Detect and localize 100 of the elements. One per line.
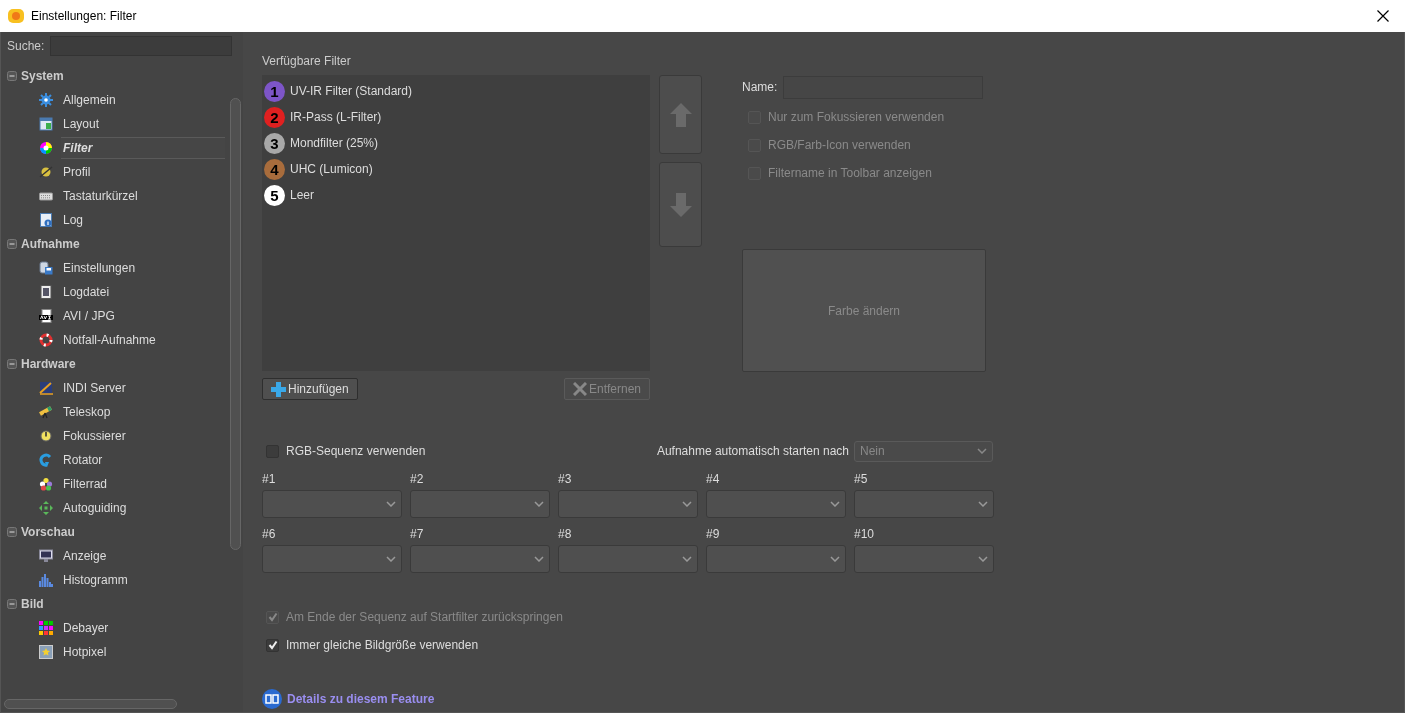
x-icon: [572, 382, 587, 396]
tree-item[interactable]: Hotpixel: [61, 641, 225, 663]
tree-item[interactable]: Histogramm: [61, 569, 225, 591]
tree-group-label[interactable]: Hardware: [21, 357, 76, 371]
autostart-label: Aufnahme automatisch starten nach: [656, 444, 849, 458]
filter-number-badge: 2: [264, 106, 285, 128]
filter-number-badge: 1: [264, 80, 285, 102]
filter-dropdown[interactable]: [706, 545, 846, 573]
chevron-down-icon: [386, 556, 396, 562]
checkbox-label: RGB/Farb-Icon verwenden: [768, 138, 911, 152]
slot-label: #3: [558, 472, 573, 486]
filter-dropdown[interactable]: [262, 490, 402, 518]
name-label: Name:: [742, 80, 778, 94]
tree-item[interactable]: Teleskop: [61, 401, 225, 423]
tree-group-label[interactable]: System: [21, 69, 64, 83]
filter-list-item[interactable]: UV-IR Filter (Standard): [290, 84, 413, 98]
filter-wheel-icon: [39, 477, 53, 491]
filter-dropdown[interactable]: [262, 545, 402, 573]
tree-item[interactable]: Tastaturkürzel: [61, 185, 225, 207]
tree-item[interactable]: INDI Server: [61, 377, 225, 399]
tree-item[interactable]: Fokussierer: [61, 425, 225, 447]
checkbox-label: Am Ende der Sequenz auf Startfilter zurückspringen: [286, 610, 563, 624]
chevron-down-icon: [830, 501, 840, 507]
filter-list-item[interactable]: Leer: [290, 188, 315, 202]
chevron-down-icon: [534, 501, 544, 507]
filter-dropdown[interactable]: [854, 545, 994, 573]
color-wheel-icon: [39, 141, 53, 155]
tree-item[interactable]: Profil: [61, 161, 225, 183]
filter-list-item[interactable]: UHC (Lumicon): [290, 162, 373, 176]
close-icon[interactable]: [1377, 10, 1389, 22]
filter-dropdown[interactable]: [706, 490, 846, 518]
filter-dropdown[interactable]: [410, 545, 550, 573]
move-up-button[interactable]: [659, 75, 702, 154]
add-button[interactable]: Hinzufügen: [262, 378, 358, 400]
tree-item[interactable]: Filterrad: [61, 473, 225, 495]
tree-item[interactable]: Einstellungen: [61, 257, 225, 279]
slot-label: #5: [854, 472, 869, 486]
move-down-button[interactable]: [659, 162, 702, 247]
tree-item[interactable]: Layout: [61, 113, 225, 135]
tree-item[interactable]: Anzeige: [61, 545, 225, 567]
checkbox-label: Immer gleiche Bildgröße verwenden: [286, 638, 479, 652]
chevron-down-icon: [386, 501, 396, 507]
filter-number-badge: 3: [264, 132, 285, 154]
filter-dropdown[interactable]: [558, 490, 698, 518]
tree-item[interactable]: Filter: [61, 137, 225, 159]
monitor-icon: [39, 549, 53, 563]
keyboard-icon: [39, 189, 53, 203]
tree-item[interactable]: Debayer: [61, 617, 225, 639]
slot-label: #2: [410, 472, 425, 486]
tree-item[interactable]: Autoguiding: [61, 497, 225, 519]
horizontal-scrollbar[interactable]: [4, 699, 177, 709]
telescope-icon: [39, 405, 53, 419]
tree-item[interactable]: AVI / JPG: [61, 305, 225, 327]
rotate-arrow-icon: [39, 453, 53, 467]
slot-label: #6: [262, 527, 277, 541]
database-icon: [39, 261, 53, 275]
server-icon: [39, 381, 53, 395]
filter-dropdown[interactable]: [410, 490, 550, 518]
collapse-icon[interactable]: [7, 359, 17, 369]
chevron-down-icon: [534, 556, 544, 562]
collapse-icon[interactable]: [7, 599, 17, 609]
lifebuoy-icon: [39, 333, 53, 347]
filter-dropdown[interactable]: [854, 490, 994, 518]
book-icon: [262, 689, 282, 709]
tree-item[interactable]: Notfall-Aufnahme: [61, 329, 225, 351]
chevron-down-icon: [682, 501, 692, 507]
tree-item[interactable]: Logdatei: [61, 281, 225, 303]
collapse-icon[interactable]: [7, 239, 17, 249]
tree-group-label[interactable]: Vorschau: [21, 525, 75, 539]
tree-item[interactable]: Log: [61, 209, 225, 231]
chevron-down-icon: [978, 501, 988, 507]
histogram-icon: [39, 573, 53, 587]
chevron-down-icon: [830, 556, 840, 562]
collapse-icon[interactable]: [7, 71, 17, 81]
up-arrow-icon: [669, 102, 692, 127]
slot-label: #4: [706, 472, 721, 486]
focuser-knob-icon: [39, 429, 53, 443]
tree-group-label[interactable]: Bild: [21, 597, 44, 611]
slot-label: #8: [558, 527, 573, 541]
video-file-icon: [39, 309, 53, 323]
app-logo-icon: [8, 8, 24, 24]
checkbox-label: RGB-Sequenz verwenden: [286, 444, 426, 458]
checkbox[interactable]: [266, 638, 279, 652]
chevron-down-icon: [977, 448, 987, 454]
checkbox-label: Filtername in Toolbar anzeigen: [768, 166, 932, 180]
down-arrow-icon: [669, 192, 692, 217]
tree-item[interactable]: Rotator: [61, 449, 225, 471]
vertical-scrollbar[interactable]: [230, 98, 241, 550]
slot-label: #9: [706, 527, 721, 541]
slot-label: #1: [262, 472, 277, 486]
filter-number-badge: 4: [264, 158, 285, 180]
filter-list-item[interactable]: IR-Pass (L-Filter): [290, 110, 382, 124]
star-picture-icon: [39, 645, 53, 659]
filter-list-item[interactable]: Mondfilter (25%): [290, 136, 379, 150]
tree-group-label[interactable]: Aufnahme: [21, 237, 80, 251]
slot-label: #10: [854, 527, 876, 541]
tree-item[interactable]: Allgemein: [61, 89, 225, 111]
collapse-icon[interactable]: [7, 527, 17, 537]
plus-icon: [271, 381, 286, 397]
filter-dropdown[interactable]: [558, 545, 698, 573]
